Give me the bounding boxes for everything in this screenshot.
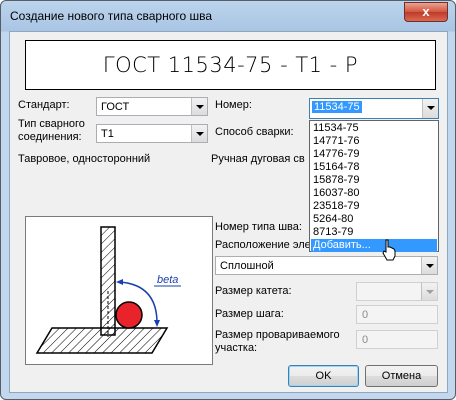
dropdown-item[interactable]: 14776-79 [311,148,437,161]
joint-type-label: Тип сварного соединения: [18,118,85,143]
number-dropdown-list[interactable]: 11534-75 14771-76 14776-79 15164-78 1587… [309,120,439,252]
close-button[interactable]: x [404,2,448,22]
pitch-size-input[interactable]: 0 [356,305,438,324]
pitch-size-value: 0 [362,309,369,321]
chevron-down-icon[interactable] [191,125,207,142]
chevron-down-icon[interactable] [421,283,437,300]
dropdown-item[interactable]: 11534-75 [311,122,437,135]
standard-value: ГОСТ [101,101,130,113]
dropdown-item[interactable]: 14771-76 [311,135,437,148]
dropdown-item[interactable]: 15164-78 [311,161,437,174]
dropdown-item[interactable]: 8713-79 [311,226,437,239]
number-select[interactable]: 11534-75 [309,98,439,119]
weld-diagram-svg: beta [35,226,181,354]
chevron-down-icon[interactable] [422,99,438,118]
standard-select[interactable]: ГОСТ [96,97,208,116]
number-label: Номер: [215,99,252,111]
pitch-size-label: Размер шага: [215,308,284,320]
standard-label: Стандарт: [18,99,70,111]
angle-label: beta [157,274,178,286]
joint-type-value: Т1 [101,128,114,140]
dialog-client-area: ГОСТ 11534-75 - Т1 - Р Стандарт: ГОСТ Но… [9,31,448,393]
seam-type-number-label: Номер типа шва: [215,221,302,233]
base-plate [35,327,169,354]
ok-button[interactable]: OK [288,365,359,387]
welded-section-input[interactable]: 0 [356,330,438,349]
designation-text: ГОСТ 11534-75 - Т1 - Р [102,53,359,77]
number-value: 11534-75 [312,101,362,113]
hand-cursor-icon [382,239,396,261]
leg-size-label: Размер катета: [215,285,292,297]
seam-location-value: Сплошной [220,260,274,272]
designation-preview: ГОСТ 11534-75 - Т1 - Р [25,40,436,90]
dropdown-item[interactable]: 16037-80 [311,187,437,200]
leg-size-select[interactable] [356,282,438,301]
welding-method-description: Ручная дуговая св [211,153,305,165]
dropdown-item[interactable]: 23518-79 [311,200,437,213]
joint-description: Тавровое, односторонний [18,153,151,165]
chevron-down-icon[interactable] [421,257,437,274]
welded-section-label: Размер провариваемого участка: [215,329,340,354]
dropdown-item[interactable]: 5264-80 [311,213,437,226]
chevron-down-icon[interactable] [191,98,207,115]
title-bar[interactable]: Создание нового типа сварного шва x [1,1,455,31]
arrow-head-icon [116,279,123,285]
seam-location-select[interactable]: Сплошной [215,256,438,275]
cancel-button[interactable]: Отмена [365,365,438,387]
seam-location-label: Расположение эле [215,239,311,251]
dropdown-item[interactable]: 15878-79 [311,174,437,187]
dropdown-item-add[interactable]: Добавить... [311,239,437,252]
welding-method-label: Способ сварки: [215,126,294,138]
joint-type-select[interactable]: Т1 [96,124,208,143]
arrow-head-icon [154,320,160,327]
dialog-window: Создание нового типа сварного шва x ГОСТ… [0,0,456,400]
welded-section-value: 0 [362,334,369,346]
weld-diagram: beta [25,216,213,365]
window-title: Создание нового типа сварного шва [10,9,213,23]
weld-bead [115,301,143,329]
